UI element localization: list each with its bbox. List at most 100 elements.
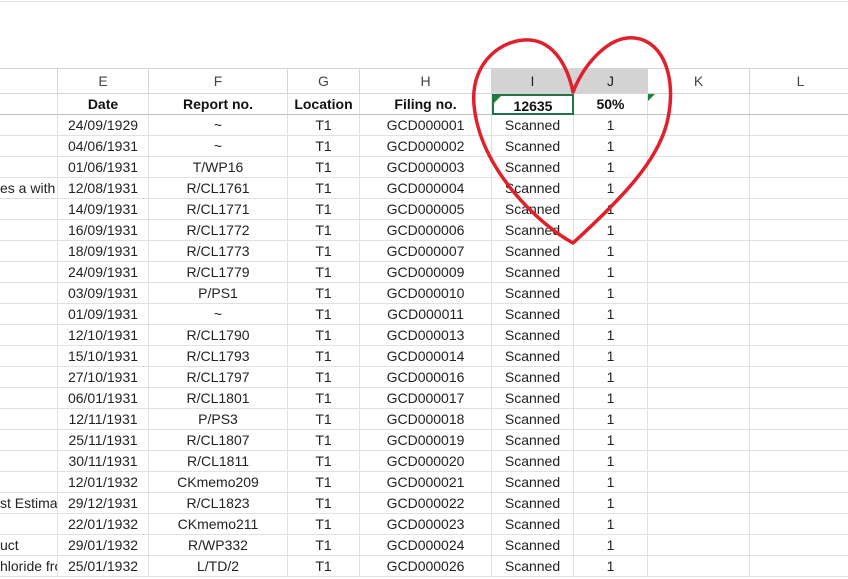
- cell-flag[interactable]: 1: [574, 115, 648, 136]
- cell-description[interactable]: [0, 325, 58, 346]
- cell-d-header[interactable]: [0, 94, 58, 115]
- cell-report-no[interactable]: R/CL1807: [149, 430, 288, 451]
- cell-status[interactable]: Scanned: [492, 157, 574, 178]
- cell-date[interactable]: 01/09/1931: [58, 304, 149, 325]
- cell-status[interactable]: Scanned: [492, 472, 574, 493]
- column-header-k[interactable]: K: [648, 69, 750, 93]
- cell-location[interactable]: T1: [288, 430, 360, 451]
- cell-report-no[interactable]: R/CL1797: [149, 367, 288, 388]
- cell-date[interactable]: 06/01/1931: [58, 388, 149, 409]
- cell-report-no[interactable]: R/CL1779: [149, 262, 288, 283]
- cell-description[interactable]: [0, 367, 58, 388]
- cell-date[interactable]: 15/10/1931: [58, 346, 149, 367]
- cell-report-no[interactable]: R/WP332: [149, 535, 288, 556]
- cell-location[interactable]: T1: [288, 178, 360, 199]
- cell-report-no[interactable]: R/CL1790: [149, 325, 288, 346]
- cell-report-no[interactable]: ~: [149, 136, 288, 157]
- cell-filing-no[interactable]: GCD000013: [360, 325, 492, 346]
- cell-k[interactable]: [648, 556, 750, 577]
- cell-report-no[interactable]: ~: [149, 304, 288, 325]
- cell-l[interactable]: [750, 157, 848, 178]
- cell-flag[interactable]: 1: [574, 493, 648, 514]
- cell-k[interactable]: [648, 220, 750, 241]
- cell-location[interactable]: T1: [288, 514, 360, 535]
- cell-k[interactable]: [648, 388, 750, 409]
- cell-status[interactable]: Scanned: [492, 283, 574, 304]
- cell-k[interactable]: [648, 472, 750, 493]
- column-header-e[interactable]: E: [58, 69, 149, 93]
- column-header-d[interactable]: [0, 69, 58, 93]
- cell-k[interactable]: [648, 346, 750, 367]
- cell-description[interactable]: [0, 220, 58, 241]
- cell-location[interactable]: T1: [288, 283, 360, 304]
- cell-l-header[interactable]: [750, 94, 848, 115]
- cell-report-no[interactable]: P/PS3: [149, 409, 288, 430]
- cell-report-no[interactable]: R/CL1811: [149, 451, 288, 472]
- cell-date[interactable]: 24/09/1929: [58, 115, 149, 136]
- cell-date[interactable]: 30/11/1931: [58, 451, 149, 472]
- cell-date[interactable]: 22/01/1932: [58, 514, 149, 535]
- cell-filing-no[interactable]: GCD000007: [360, 241, 492, 262]
- cell-k[interactable]: [648, 136, 750, 157]
- cell-flag[interactable]: 1: [574, 556, 648, 577]
- cell-description[interactable]: [0, 409, 58, 430]
- cell-filing-no[interactable]: GCD000018: [360, 409, 492, 430]
- cell-report-no[interactable]: ~: [149, 115, 288, 136]
- cell-flag[interactable]: 1: [574, 325, 648, 346]
- cell-date[interactable]: 14/09/1931: [58, 199, 149, 220]
- cell-filing-no[interactable]: GCD000006: [360, 220, 492, 241]
- cell-flag[interactable]: 1: [574, 136, 648, 157]
- cell-description[interactable]: [0, 430, 58, 451]
- cell-flag[interactable]: 1: [574, 346, 648, 367]
- cell-l[interactable]: [750, 472, 848, 493]
- cell-status[interactable]: Scanned: [492, 388, 574, 409]
- cell-location[interactable]: T1: [288, 136, 360, 157]
- cell-k[interactable]: [648, 409, 750, 430]
- cell-filing-no[interactable]: GCD000020: [360, 451, 492, 472]
- cell-report-no[interactable]: R/CL1773: [149, 241, 288, 262]
- cell-location[interactable]: T1: [288, 535, 360, 556]
- cell-k[interactable]: [648, 241, 750, 262]
- cell-filing-no[interactable]: GCD000024: [360, 535, 492, 556]
- cell-l[interactable]: [750, 514, 848, 535]
- header-percent[interactable]: 50%: [574, 94, 648, 115]
- cell-report-no[interactable]: R/CL1772: [149, 220, 288, 241]
- cell-l[interactable]: [750, 178, 848, 199]
- cell-description[interactable]: [0, 388, 58, 409]
- cell-l[interactable]: [750, 136, 848, 157]
- header-report-no[interactable]: Report no.: [149, 94, 288, 115]
- column-header-g[interactable]: G: [288, 69, 360, 93]
- header-date[interactable]: Date: [58, 94, 149, 115]
- cell-flag[interactable]: 1: [574, 535, 648, 556]
- cell-l[interactable]: [750, 451, 848, 472]
- cell-flag[interactable]: 1: [574, 157, 648, 178]
- cell-report-no[interactable]: R/CL1771: [149, 199, 288, 220]
- cell-status[interactable]: Scanned: [492, 136, 574, 157]
- cell-status[interactable]: Scanned: [492, 262, 574, 283]
- cell-k[interactable]: [648, 514, 750, 535]
- cell-location[interactable]: T1: [288, 157, 360, 178]
- cell-status[interactable]: Scanned: [492, 304, 574, 325]
- cell-location[interactable]: T1: [288, 220, 360, 241]
- cell-l[interactable]: [750, 535, 848, 556]
- cell-location[interactable]: T1: [288, 199, 360, 220]
- cell-filing-no[interactable]: GCD000009: [360, 262, 492, 283]
- cell-date[interactable]: 04/06/1931: [58, 136, 149, 157]
- cell-description[interactable]: [0, 514, 58, 535]
- cell-filing-no[interactable]: GCD000005: [360, 199, 492, 220]
- cell-status[interactable]: Scanned: [492, 493, 574, 514]
- cell-l[interactable]: [750, 493, 848, 514]
- cell-date[interactable]: 18/09/1931: [58, 241, 149, 262]
- cell-status[interactable]: Scanned: [492, 325, 574, 346]
- cell-k[interactable]: [648, 262, 750, 283]
- cell-report-no[interactable]: L/TD/2: [149, 556, 288, 577]
- cell-location[interactable]: T1: [288, 472, 360, 493]
- column-header-l[interactable]: L: [750, 69, 848, 93]
- header-location[interactable]: Location: [288, 94, 360, 115]
- cell-report-no[interactable]: R/CL1793: [149, 346, 288, 367]
- cell-k[interactable]: [648, 430, 750, 451]
- cell-date[interactable]: 12/01/1932: [58, 472, 149, 493]
- cell-l[interactable]: [750, 304, 848, 325]
- cell-l[interactable]: [750, 367, 848, 388]
- cell-location[interactable]: T1: [288, 556, 360, 577]
